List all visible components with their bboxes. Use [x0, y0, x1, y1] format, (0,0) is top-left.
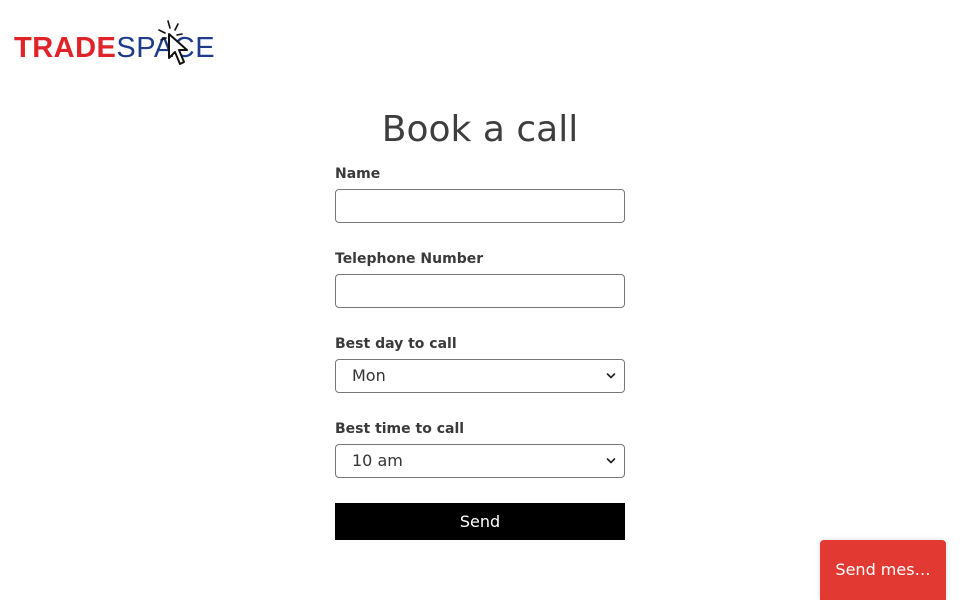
page: TRADESPACE Book a call Name Telephone Nu… [0, 0, 960, 600]
name-input[interactable] [335, 189, 625, 223]
best-day-label: Best day to call [335, 336, 457, 352]
book-call-form: Book a call Name Telephone Number Best d… [335, 106, 625, 540]
logo-text-trade: TRADE [14, 32, 117, 64]
best-time-value: 10 am [352, 451, 403, 470]
send-button[interactable]: Send [335, 503, 625, 540]
send-message-chat-button[interactable]: Send mes… [820, 540, 946, 600]
telephone-label: Telephone Number [335, 251, 484, 267]
page-title: Book a call [381, 109, 579, 150]
cursor-click-icon [158, 20, 188, 65]
best-day-select[interactable]: Mon [335, 359, 625, 393]
tradespace-logo[interactable]: TRADESPACE [14, 18, 234, 70]
telephone-input[interactable] [335, 274, 625, 308]
best-day-value: Mon [352, 366, 386, 385]
best-time-label: Best time to call [335, 421, 465, 437]
best-time-select[interactable]: 10 am [335, 444, 625, 478]
chevron-down-icon [606, 458, 616, 464]
name-label: Name [335, 166, 381, 182]
chevron-down-icon [606, 373, 616, 379]
